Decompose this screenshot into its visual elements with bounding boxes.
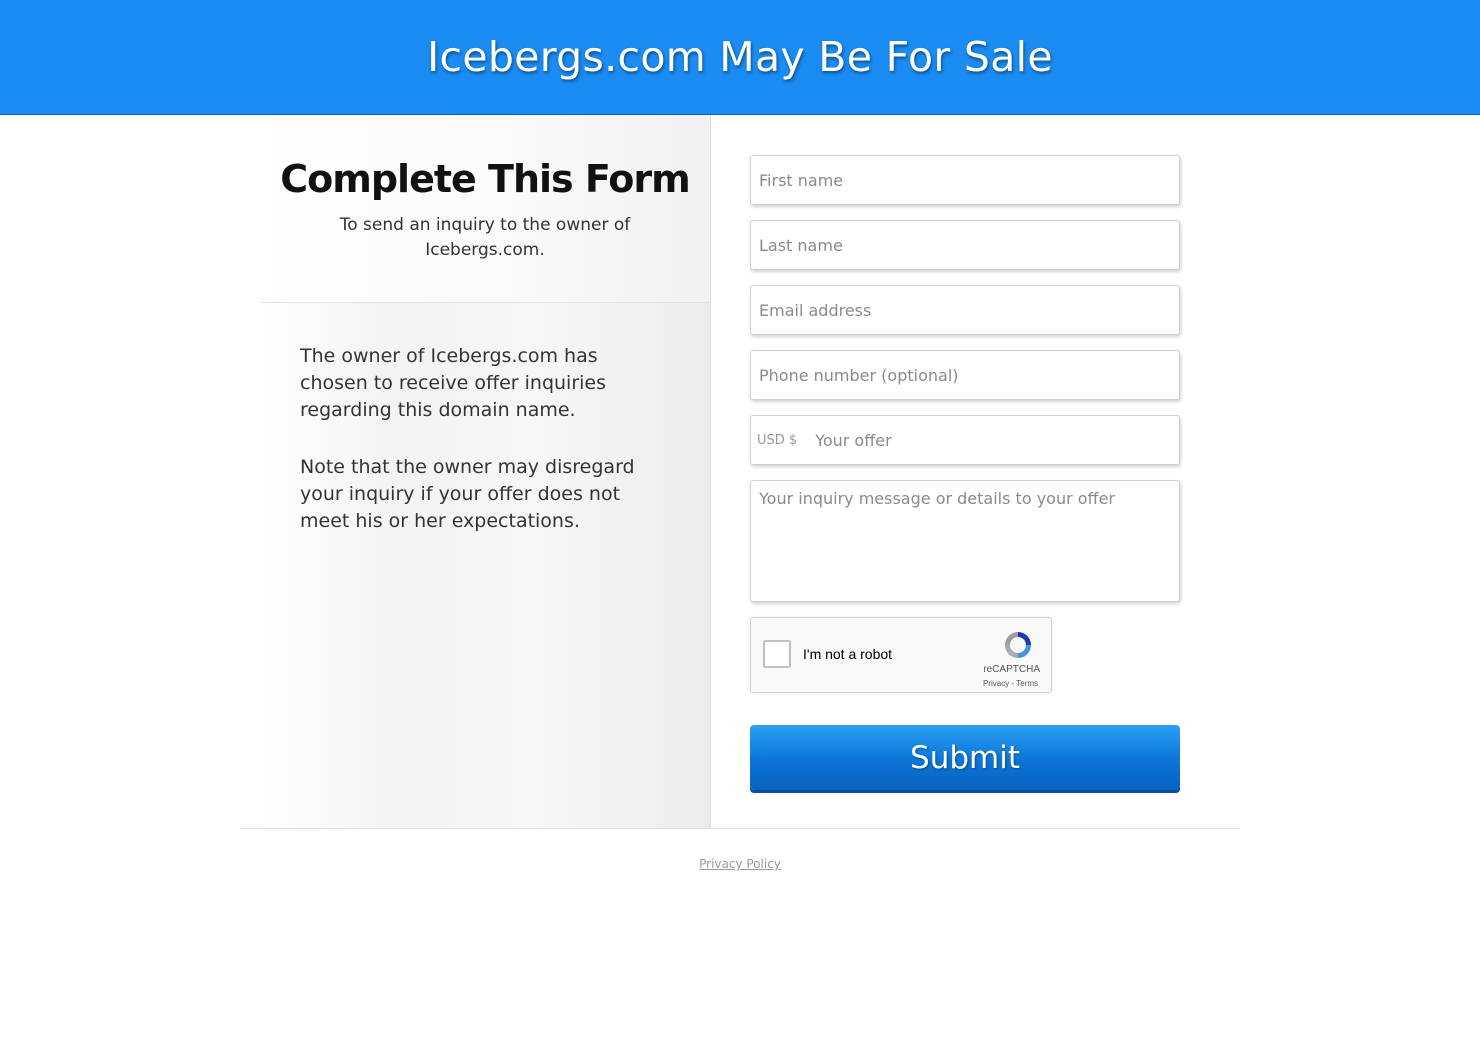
phone-input[interactable] [751,365,1179,385]
offer-input[interactable] [797,430,1179,450]
email-input[interactable] [751,300,1179,320]
recaptcha-checkbox[interactable] [763,640,791,668]
last-name-field-wrap [750,220,1180,270]
submit-button[interactable]: Submit [750,725,1180,790]
form-subheading: To send an inquiry to the owner of Icebe… [339,215,631,260]
info-panel-header: Complete This Form To send an inquiry to… [260,115,710,303]
inquiry-form: USD $ I'm not a robot reCAPTCHA Privacy … [750,155,1180,790]
info-paragraph-2: Note that the owner may disregard your i… [300,456,635,532]
first-name-input[interactable] [751,170,1179,190]
phone-field-wrap [750,350,1180,400]
info-paragraph-1: The owner of Icebergs.com has chosen to … [300,345,607,421]
currency-prefix: USD $ [757,432,798,448]
info-panel: Complete This Form To send an inquiry to… [260,115,711,828]
recaptcha-logo-icon [1005,632,1031,658]
recaptcha-terms-link[interactable]: Privacy - Terms [983,679,1038,688]
privacy-policy-link[interactable]: Privacy Policy [699,857,781,871]
recaptcha-brand: reCAPTCHA [983,664,1040,675]
info-panel-body: The owner of Icebergs.com has chosen to … [260,303,710,535]
last-name-input[interactable] [751,235,1179,255]
recaptcha-widget: I'm not a robot reCAPTCHA Privacy - Term… [750,617,1052,693]
offer-field-wrap: USD $ [750,415,1180,465]
message-textarea[interactable] [751,481,1179,601]
footer: Privacy Policy [0,829,1480,872]
first-name-field-wrap [750,155,1180,205]
header-bar: Icebergs.com May Be For Sale [0,0,1480,115]
recaptcha-label: I'm not a robot [803,646,893,662]
page-title: Icebergs.com May Be For Sale [427,33,1053,81]
form-heading: Complete This Form [280,157,690,201]
message-field-wrap [750,480,1180,602]
main-container: Complete This Form To send an inquiry to… [240,115,1240,829]
email-field-wrap [750,285,1180,335]
